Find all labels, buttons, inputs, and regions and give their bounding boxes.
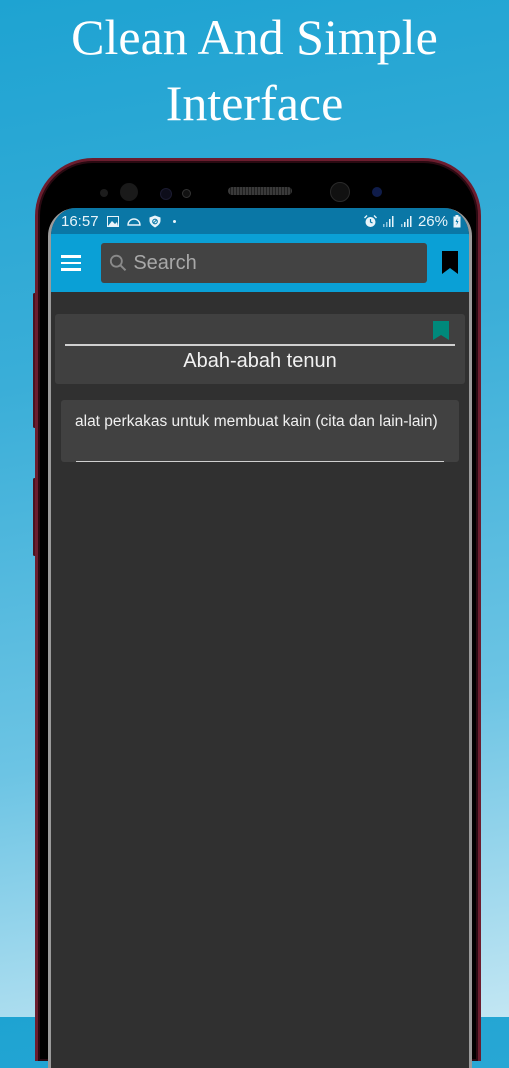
headline-line-1: Clean And Simple [71, 9, 438, 65]
definition-text: alat perkakas untuk membuat kain (cita d… [75, 413, 438, 430]
headline-line-2: Interface [165, 75, 344, 131]
cloud-icon [126, 218, 141, 226]
proximity-sensor [120, 183, 138, 201]
search-input[interactable] [131, 250, 427, 276]
sensor-dot [100, 189, 108, 197]
signal-icon [400, 216, 412, 227]
sensor-dot [160, 188, 172, 200]
alarm-icon [363, 214, 377, 227]
front-camera [330, 182, 350, 202]
hamburger-menu-icon[interactable] [61, 251, 85, 275]
iris-sensor [372, 187, 382, 197]
search-bar[interactable] [101, 243, 427, 283]
app-toolbar [51, 234, 469, 292]
bookmark-icon[interactable] [441, 251, 459, 275]
app-screen: 16:57 26% Search Abah-abah tenun alat pe… [48, 208, 472, 1068]
shield-icon [149, 215, 161, 227]
bookmark-entry-icon[interactable] [433, 321, 449, 340]
phone-frame: 16:57 26% Search Abah-abah tenun alat pe… [35, 158, 481, 1068]
word-card: Abah-abah tenun [55, 314, 465, 384]
definition-card: alat perkakas untuk membuat kain (cita d… [61, 400, 459, 462]
divider [65, 344, 455, 346]
status-time: 16:57 [61, 212, 99, 230]
sensor-dot [182, 189, 191, 198]
earpiece-speaker [228, 187, 292, 195]
status-bar: 16:57 26% [51, 208, 469, 234]
battery-charging-icon [453, 214, 461, 227]
battery-percent: 26% [417, 212, 448, 230]
promo-headline: Clean And Simple Interface [0, 4, 509, 136]
word-title: Abah-abah tenun [183, 350, 337, 372]
dot-icon [172, 219, 176, 223]
divider [76, 460, 444, 462]
signal-icon [382, 216, 394, 227]
entry-content: Abah-abah tenun alat perkakas untuk memb… [51, 314, 469, 462]
search-icon [109, 254, 127, 272]
image-icon [106, 215, 119, 227]
